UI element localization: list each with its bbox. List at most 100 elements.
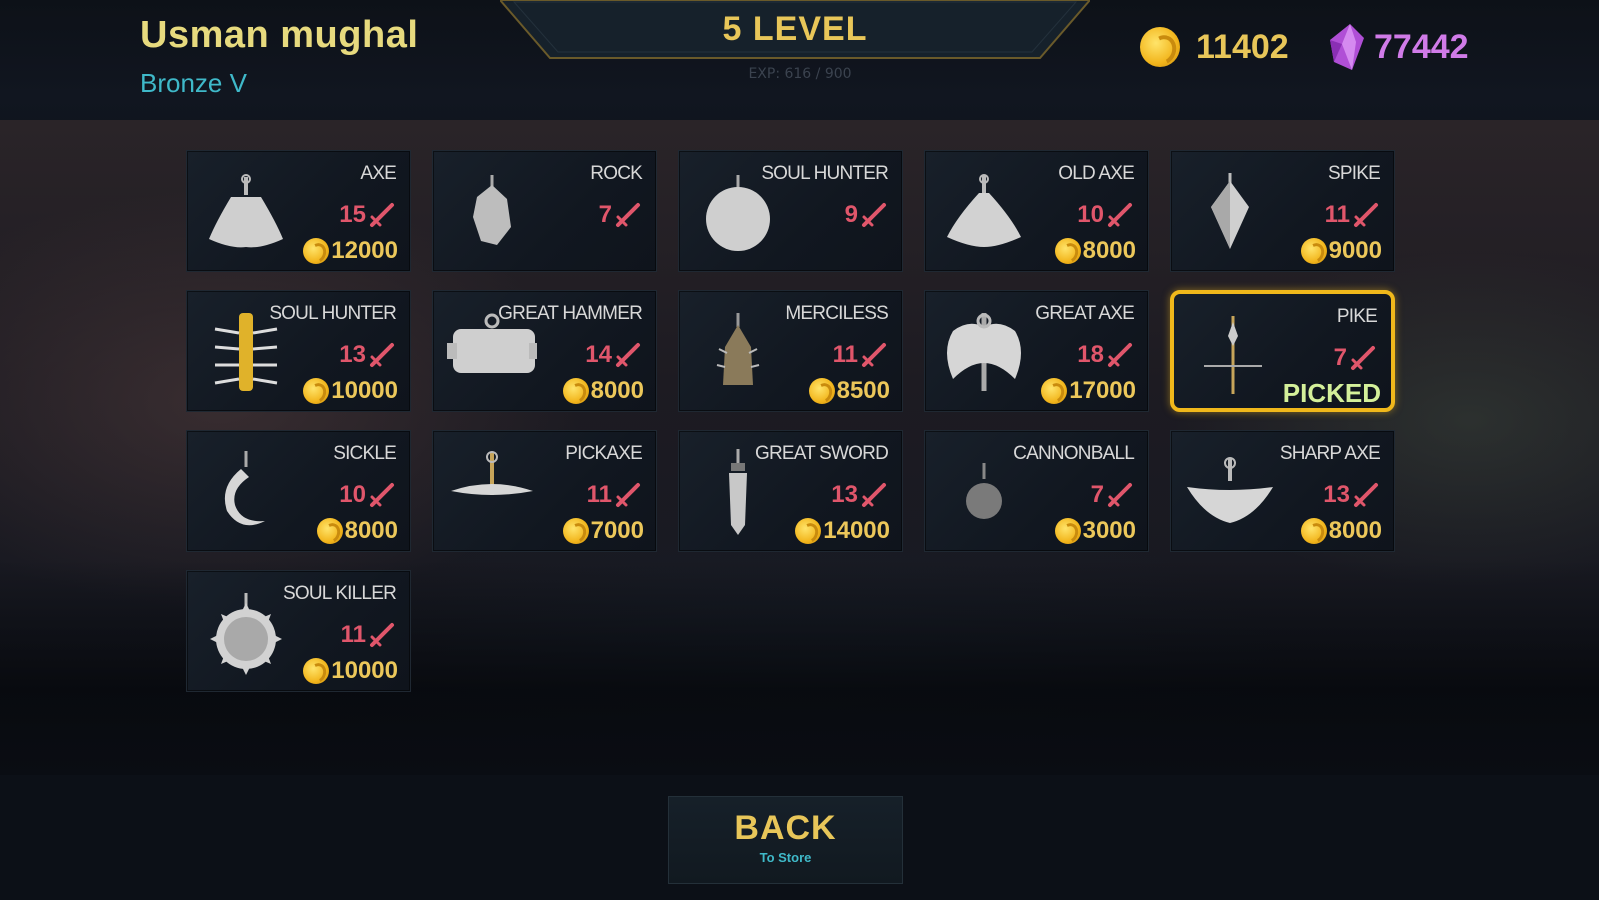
price-value: 3000 [1082, 517, 1136, 544]
weapon-damage: 7 [599, 201, 642, 229]
gold-amount: 11402 [1196, 27, 1289, 66]
weapon-name: SPIKE [1328, 163, 1381, 184]
weapon-damage: 18 [1077, 341, 1134, 369]
price-value: 7000 [590, 517, 644, 544]
coin-icon [303, 238, 330, 264]
weapon-name: GREAT SWORD [754, 443, 889, 464]
sword-icon [1108, 483, 1132, 507]
axe-icon [209, 174, 283, 248]
sword-icon [1354, 483, 1378, 507]
weapon-card-sickle[interactable]: SICKLE 10 8000 [186, 430, 411, 552]
exp-text: EXP: 616 / 900 [748, 66, 852, 82]
player-name: Usman mughal [140, 14, 419, 56]
coin-icon [1300, 518, 1327, 544]
weapon-damage: 10 [1077, 201, 1134, 229]
weapon-name: SOUL HUNTER [761, 163, 888, 184]
weapon-card-ball[interactable]: SOUL HUNTER 9 [678, 150, 903, 272]
damage-value: 13 [831, 481, 858, 508]
weapon-card-spike[interactable]: SPIKE 11 9000 [1170, 150, 1395, 272]
weapon-card-soulkiller[interactable]: SOUL KILLER 11 10000 [186, 570, 411, 692]
price-value: 17000 [1069, 377, 1136, 404]
damage-value: 9 [844, 201, 858, 228]
rock-icon [473, 175, 511, 245]
weapon-grid: AXE 15 12000 ROCK 7 SOUL HUNTER 9 OLD AXE 10 8000… [186, 150, 1395, 692]
weapon-card-cannonball[interactable]: CANNONBALL 7 3000 [924, 430, 1149, 552]
coin-icon [303, 378, 330, 404]
weapon-damage: 11 [341, 621, 396, 649]
weapon-damage: 11 [587, 481, 642, 509]
sharpaxe-icon [1187, 457, 1273, 523]
weapon-price: 3000 [1054, 517, 1136, 545]
damage-value: 13 [1323, 481, 1350, 508]
weapon-card-sword[interactable]: GREAT SWORD 13 14000 [678, 430, 903, 552]
sword-icon [370, 623, 394, 647]
weapon-card-greataxe[interactable]: GREAT AXE 18 17000 [924, 290, 1149, 412]
coin-icon [808, 378, 835, 404]
price-value: 8500 [836, 377, 890, 404]
sword-icon [862, 343, 886, 367]
sword-icon [370, 483, 394, 507]
damage-value: 7 [598, 201, 612, 228]
weapon-card-axe[interactable]: AXE 15 12000 [186, 150, 411, 272]
coin-icon [303, 658, 330, 684]
gem-amount: 77442 [1374, 27, 1469, 66]
gold-counter: 11402 [1140, 22, 1289, 72]
weapon-card-pike[interactable]: PIKE 7 PICKED [1170, 290, 1395, 412]
coin-icon [316, 518, 343, 544]
damage-value: 7 [1090, 481, 1104, 508]
spike-icon [1211, 173, 1249, 249]
back-button-label: BACK [734, 809, 837, 847]
level-label: 5 LEVEL [722, 10, 868, 48]
weapon-price: 9000 [1300, 237, 1382, 265]
merciless-icon [716, 313, 760, 385]
weapon-card-merciless[interactable]: MERCILESS 11 8500 [678, 290, 903, 412]
weapon-card-hammer[interactable]: GREAT HAMMER 14 8000 [432, 290, 657, 412]
weapon-name: AXE [360, 163, 396, 184]
weapon-name: CANNONBALL [1013, 443, 1135, 464]
weapon-name: SHARP AXE [1279, 443, 1381, 464]
weapon-damage: 11 [1325, 201, 1380, 229]
sword-icon [370, 343, 394, 367]
weapon-card-rock[interactable]: ROCK 7 [432, 150, 657, 272]
level-banner: 5 LEVEL [500, 0, 1090, 62]
damage-value: 10 [1077, 201, 1104, 228]
weapon-card-sharpaxe[interactable]: SHARP AXE 13 8000 [1170, 430, 1395, 552]
back-button[interactable]: BACK To Store [668, 796, 903, 884]
damage-value: 10 [339, 481, 366, 508]
sword-icon [862, 483, 886, 507]
damage-value: 11 [586, 481, 612, 508]
damage-value: 11 [1324, 201, 1350, 228]
weapon-name: OLD AXE [1058, 163, 1135, 184]
weapon-damage: 10 [339, 481, 396, 509]
damage-value: 11 [832, 341, 858, 368]
weapon-name: SOUL HUNTER [269, 303, 396, 324]
gem-counter: 77442 [1330, 22, 1469, 72]
weapon-name: PIKE [1336, 306, 1378, 327]
price-value: 14000 [823, 517, 890, 544]
sword-icon [1354, 203, 1378, 227]
weapon-card-spiked-club[interactable]: SOUL HUNTER 13 10000 [186, 290, 411, 412]
crystal-icon [1330, 24, 1364, 70]
back-button-sublabel: To Store [759, 850, 812, 865]
coin-icon [1140, 27, 1180, 67]
sword-icon [1108, 203, 1132, 227]
coin-icon [1054, 518, 1081, 544]
weapon-price: 7000 [562, 517, 644, 545]
weapon-price: 12000 [303, 237, 398, 265]
coin-icon [1041, 378, 1068, 404]
price-value: 8000 [344, 517, 398, 544]
damage-value: 7 [1333, 344, 1347, 371]
weapon-name: ROCK [590, 163, 642, 184]
weapon-price: 8000 [316, 517, 398, 545]
damage-value: 14 [585, 341, 612, 368]
sword-icon [616, 343, 640, 367]
coin-icon [562, 518, 589, 544]
weapon-damage: 13 [1323, 481, 1380, 509]
weapon-damage: 13 [339, 341, 396, 369]
weapon-name: SICKLE [333, 443, 397, 464]
sword-icon [370, 203, 394, 227]
coin-icon [1054, 238, 1081, 264]
damage-value: 11 [340, 621, 366, 648]
weapon-card-oldaxe[interactable]: OLD AXE 10 8000 [924, 150, 1149, 272]
weapon-card-pickaxe[interactable]: PICKAXE 11 7000 [432, 430, 657, 552]
